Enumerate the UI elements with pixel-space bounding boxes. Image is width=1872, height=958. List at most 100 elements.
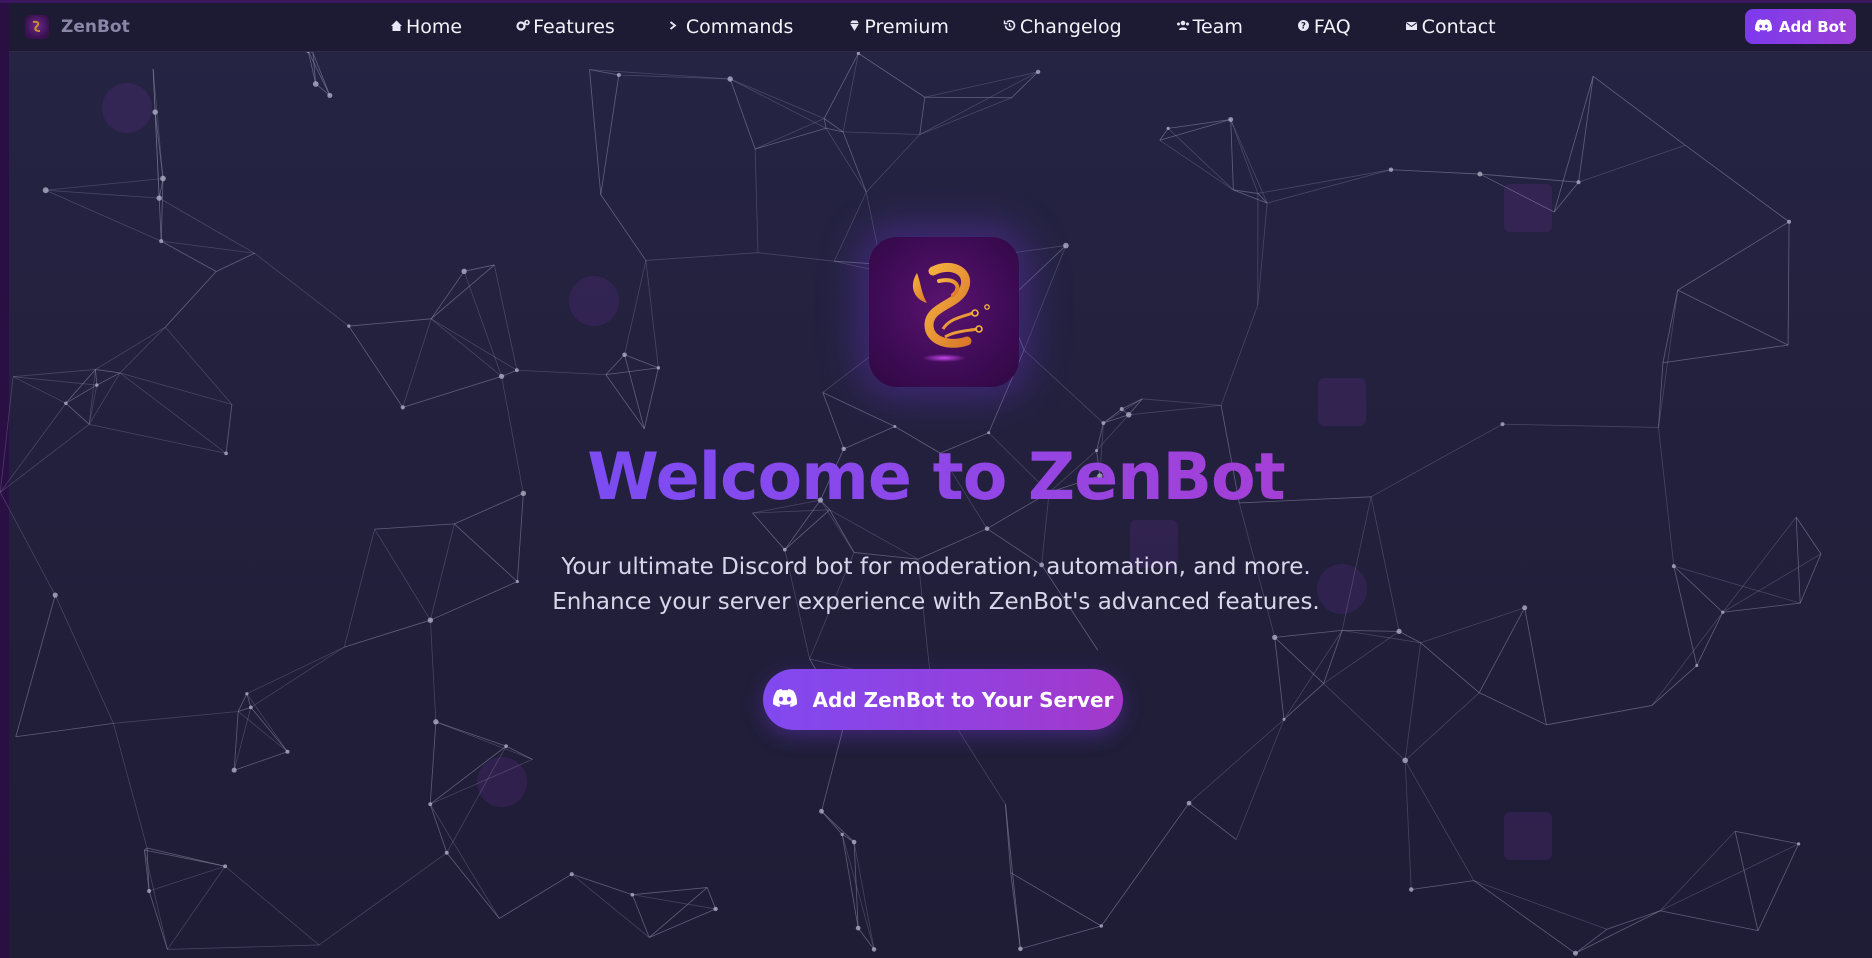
network-line [1757,843,1800,931]
nav-link-changelog[interactable]: Changelog [1003,16,1122,38]
network-dot [231,767,237,773]
network-line [600,74,620,195]
network-dot [1126,412,1132,418]
brand-logo-icon [25,15,49,39]
network-dot [1500,422,1505,427]
network-line [12,376,67,404]
network-dot [1166,126,1170,131]
network-line [164,326,233,405]
hero-title: Welcome to ZenBot [0,440,1872,515]
nav-link-label: Features [533,16,615,38]
nav-link-label: Premium [864,16,949,38]
network-line [706,887,717,910]
network-dot [1695,664,1699,668]
network-line [754,118,825,150]
network-line [648,887,708,938]
hero-title-text: Welcome to ZenBot [587,440,1285,515]
network-line [250,707,288,752]
network-line [1578,144,1686,183]
network-line [1404,642,1422,761]
nav-link-team[interactable]: Team [1176,16,1243,38]
users-icon [1176,19,1190,36]
network-line [821,720,846,812]
network-dot [95,383,99,387]
network-line [1142,398,1222,406]
network-line [924,96,1012,99]
network-line [429,803,500,919]
network-line [158,198,162,242]
nav-link-label: FAQ [1313,16,1351,38]
network-line [571,873,633,896]
brand[interactable]: ZenBot [25,13,130,41]
network-line [318,852,447,946]
network-line [853,841,875,950]
network-line [754,149,759,253]
network-line [1020,925,1102,950]
network-line [1023,349,1104,424]
network-dot [855,925,861,931]
network-line [144,849,226,867]
network-dot [987,431,991,435]
network-dot [499,373,505,379]
network-line [1546,705,1652,726]
network-line [1404,760,1412,890]
network-dot [400,405,405,410]
background-shape [1504,184,1552,232]
network-line [1005,804,1021,949]
network-line [1684,144,1790,223]
nav-link-home[interactable]: Home [389,16,462,38]
network-line [1787,221,1790,346]
network-line [1023,245,1067,351]
add-to-server-button[interactable]: Add ZenBot to Your Server [763,669,1123,730]
history-icon [1003,19,1017,36]
network-line [254,252,350,327]
network-line [1283,630,1343,720]
network-dot [245,692,249,696]
network-line [1103,398,1143,424]
network-line [435,721,533,760]
network-line [730,78,825,119]
nav-link-contact[interactable]: Contact [1405,16,1496,38]
network-line [600,194,647,261]
network-line [1696,612,1724,666]
network-line [1662,290,1679,363]
nav-link-commands[interactable]: Commands [669,16,793,38]
network-line [1553,181,1579,213]
nav-link-label: Changelog [1019,16,1122,38]
nav-link-premium[interactable]: Premium [847,16,949,38]
nav-link-features[interactable]: Features [516,16,615,38]
network-line [857,927,875,950]
network-dot [1272,634,1278,640]
network-dot [1797,842,1801,846]
network-dot [1101,421,1106,425]
network-line [154,112,160,199]
network-line [1168,119,1231,129]
network-line [1188,802,1237,840]
background-shape [102,83,152,133]
network-dot [1035,69,1041,75]
network-dot [504,744,508,748]
network-line [161,240,217,272]
nav-link-label: Contact [1421,16,1496,38]
add-bot-button[interactable]: Add Bot [1745,9,1856,44]
network-dot [223,864,228,869]
network-line [144,849,168,950]
nav-link-faq[interactable]: ? FAQ [1297,16,1351,38]
network-line [13,369,96,378]
network-line [865,134,921,193]
network-line [757,252,835,262]
add-to-server-label: Add ZenBot to Your Server [812,687,1114,712]
network-line [1128,405,1222,416]
network-line [119,372,233,405]
network-line [237,711,288,753]
network-line [571,873,650,938]
network-dot [840,832,844,837]
network-line [1578,76,1594,183]
network-line [152,69,164,179]
network-dot [159,239,164,244]
hero-subtitle-line-1: Your ultimate Discord bot for moderation… [561,554,1311,580]
network-line [1502,423,1659,428]
network-line [158,197,255,254]
network-line [841,834,875,950]
network-line [215,252,255,272]
